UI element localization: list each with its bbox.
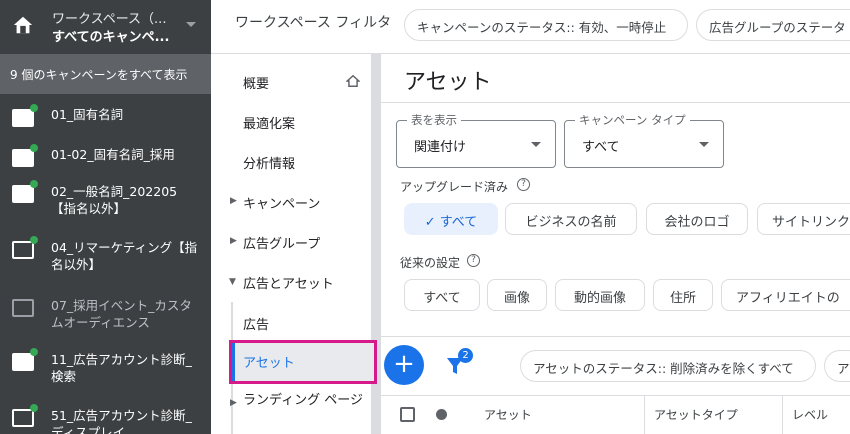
- column-header-asset[interactable]: アセット: [484, 406, 532, 423]
- campaign-item[interactable]: 01-02_固有名詞_採用: [0, 144, 211, 174]
- legacy-chip-affiliate[interactable]: アフィリエイトの: [721, 279, 850, 311]
- chip-label: すべて: [439, 215, 478, 230]
- campaign-type-value: すべて: [582, 140, 620, 155]
- campaign-item[interactable]: 51_広告アカウント診断_ディスプレイ: [0, 404, 211, 434]
- upgraded-chip-sitelink[interactable]: サイトリンク: [757, 203, 850, 235]
- status-dot: [30, 404, 38, 412]
- chevron-down-icon: [531, 142, 541, 147]
- add-filter-chip[interactable]: ア: [824, 350, 850, 382]
- column-header-asset-type[interactable]: アセットタイプ: [654, 406, 738, 423]
- workspace-name: ワークスペース（...: [52, 12, 167, 27]
- filter-count-badge: 2: [458, 348, 473, 363]
- campaign-item[interactable]: 01_固有名詞: [0, 104, 211, 134]
- search-icon: [12, 109, 34, 127]
- expand-arrow-icon[interactable]: ▶: [230, 236, 237, 246]
- campaign-status-filter-chip[interactable]: キャンペーンのステータス:: 有効、一時停止: [404, 9, 688, 41]
- campaign-item[interactable]: 04_リマーケティング【指名以外】: [0, 236, 211, 280]
- divider: [381, 395, 850, 396]
- upgraded-label: アップグレード済み: [400, 180, 509, 194]
- nav-item-overview[interactable]: 概要: [243, 73, 269, 92]
- upgraded-chip-logo[interactable]: 会社のロゴ: [646, 203, 748, 235]
- legacy-chip-image[interactable]: 画像: [487, 279, 547, 311]
- status-dot: [30, 104, 38, 112]
- view-table-select[interactable]: 表を表示 関連付け: [396, 112, 556, 168]
- adgroup-status-filter-chip[interactable]: 広告グループのステータ: [696, 9, 850, 41]
- search-icon: [12, 149, 34, 167]
- nav-item-assets[interactable]: アセット: [243, 352, 295, 371]
- legacy-label: 従来の設定: [400, 256, 461, 270]
- collapse-arrow-icon[interactable]: ▼: [229, 277, 236, 287]
- status-column-icon: [436, 409, 447, 420]
- chevron-down-icon[interactable]: [186, 22, 196, 27]
- nav-item-landing-pages[interactable]: ランディング ページ: [243, 393, 363, 409]
- display-icon: [12, 299, 34, 317]
- status-dot: [30, 348, 38, 356]
- status-dot: [30, 236, 38, 244]
- nav-item-adgroups[interactable]: 広告グループ: [243, 233, 320, 252]
- workspace-scope: すべてのキャンペ...: [52, 30, 170, 45]
- search-icon: [12, 185, 34, 203]
- show-all-campaigns[interactable]: 9 個のキャンペーンをすべて表示: [0, 54, 211, 94]
- select-all-checkbox[interactable]: [400, 407, 415, 422]
- campaign-sidebar: ワークスペース（... すべてのキャンペ... 9 個のキャンペーンをすべて表示…: [0, 0, 211, 434]
- campaign-item[interactable]: 02_一般名詞_202205【指名以外】: [0, 180, 211, 224]
- display-icon: [12, 241, 34, 259]
- expand-arrow-icon[interactable]: ▶: [230, 196, 237, 206]
- nav-item-recommendations[interactable]: 最適化案: [243, 113, 295, 132]
- add-button[interactable]: +: [384, 345, 424, 385]
- nav-item-campaigns[interactable]: キャンペーン: [243, 193, 320, 212]
- nav-item-ads[interactable]: 広告: [243, 314, 269, 333]
- display-icon: [12, 409, 34, 427]
- campaign-label: 51_広告アカウント診断_ディスプレイ: [51, 408, 192, 434]
- status-dot: [30, 180, 38, 188]
- legacy-chip-all[interactable]: すべて: [404, 279, 480, 311]
- column-divider[interactable]: [782, 396, 783, 434]
- campaign-type-select[interactable]: キャンペーン タイプ すべて: [564, 112, 724, 168]
- campaign-label: 02_一般名詞_202205【指名以外】: [51, 184, 178, 216]
- legacy-chip-address[interactable]: 住所: [653, 279, 713, 311]
- column-header-level[interactable]: レベル: [792, 406, 828, 423]
- home-icon: [346, 74, 360, 87]
- upgraded-chip-business-name[interactable]: ビジネスの名前: [505, 203, 637, 235]
- campaign-label: 07_採用イベント_カスタムオーディエンス: [51, 298, 192, 330]
- legacy-chip-dynamic-image[interactable]: 動的画像: [555, 279, 645, 311]
- chevron-down-icon: [699, 142, 709, 147]
- workspace-filter-title: ワークスペース フィルタ: [235, 15, 392, 31]
- google-ads-assets-page: ワークスペース（... すべてのキャンペ... 9 個のキャンペーンをすべて表示…: [0, 0, 850, 434]
- nav-item-insights[interactable]: 分析情報: [243, 153, 295, 172]
- asset-status-filter-chip[interactable]: アセットのステータス:: 削除済みを除くすべて: [520, 350, 816, 382]
- campaign-type-label: キャンペーン タイプ: [575, 112, 690, 128]
- help-icon[interactable]: ?: [467, 254, 480, 267]
- workspace-selector[interactable]: ワークスペース（... すべてのキャンペ...: [0, 0, 211, 54]
- column-divider[interactable]: [644, 396, 645, 434]
- status-dot: [30, 144, 38, 152]
- search-icon: [12, 353, 34, 371]
- upgraded-chip-all[interactable]: ✓ すべて: [404, 203, 498, 235]
- campaign-item[interactable]: 07_採用イベント_カスタムオーディエンス: [0, 294, 211, 338]
- home-icon: [13, 16, 33, 34]
- view-table-label: 表を表示: [407, 112, 461, 128]
- divider: [381, 336, 850, 337]
- campaign-label: 01-02_固有名詞_採用: [51, 147, 175, 162]
- campaign-label: 04_リマーケティング【指名以外】: [51, 240, 198, 272]
- page-title: アセット: [404, 70, 492, 95]
- view-table-value: 関連付け: [414, 140, 467, 155]
- nav-item-ads-and-assets[interactable]: 広告とアセット: [243, 273, 334, 292]
- check-icon: ✓: [424, 215, 440, 230]
- campaign-label: 11_広告アカウント診断_検索: [51, 352, 192, 384]
- expand-arrow-icon[interactable]: ▶: [230, 398, 237, 408]
- active-indicator: [232, 343, 235, 381]
- divider: [381, 102, 850, 103]
- campaign-label: 01_固有名詞: [51, 107, 124, 122]
- campaign-item[interactable]: 11_広告アカウント診断_検索: [0, 348, 211, 392]
- help-icon[interactable]: ?: [517, 178, 530, 191]
